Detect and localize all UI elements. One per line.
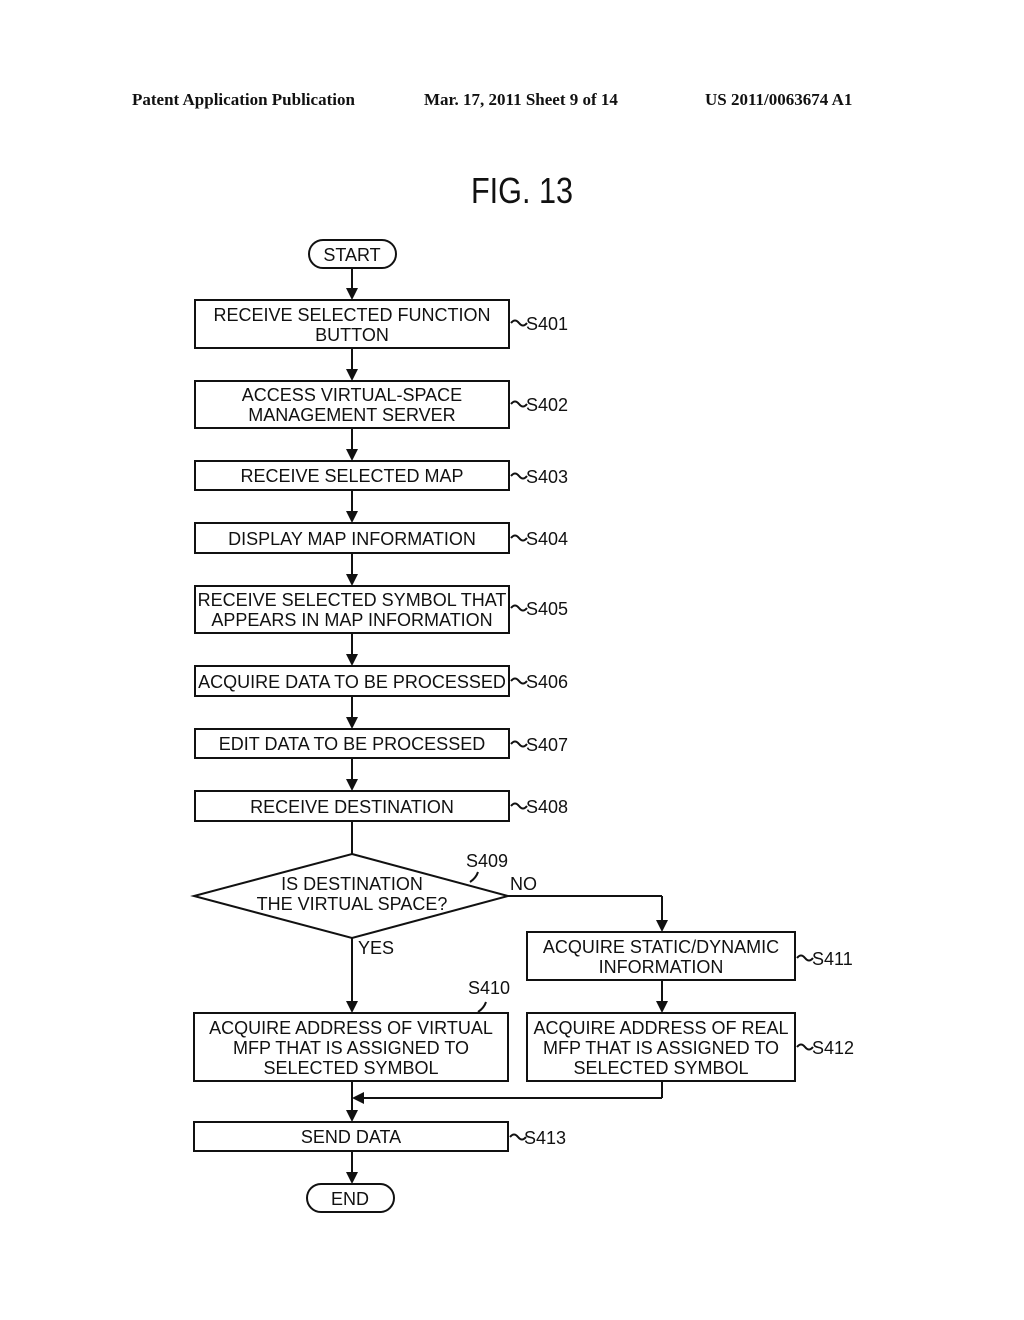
step-s401: RECEIVE SELECTED FUNCTION BUTTON S401 bbox=[194, 299, 568, 349]
branch-no-label: NO bbox=[510, 874, 537, 894]
step-id: S406 bbox=[526, 672, 568, 692]
start-terminal: START bbox=[308, 239, 397, 269]
step-s404: DISPLAY MAP INFORMATION S404 bbox=[194, 522, 568, 554]
step-id: S403 bbox=[526, 467, 568, 487]
step-s412: ACQUIRE ADDRESS OF REAL MFP THAT IS ASSI… bbox=[526, 1012, 854, 1082]
decision-s409: IS DESTINATION THE VIRTUAL SPACE? S409 N… bbox=[190, 851, 537, 958]
step-text: RECEIVE SELECTED FUNCTION bbox=[213, 305, 490, 325]
step-text: SEND DATA bbox=[301, 1127, 401, 1147]
step-id: S412 bbox=[812, 1038, 854, 1058]
step-id: S411 bbox=[812, 949, 853, 969]
step-text: ACQUIRE DATA TO BE PROCESSED bbox=[198, 672, 506, 692]
step-id: S402 bbox=[526, 395, 568, 415]
end-label: END bbox=[331, 1189, 369, 1209]
step-id: S410 bbox=[468, 978, 510, 998]
flowchart: START RECEIVE SELECTED FUNCTION BUTTON S… bbox=[190, 239, 854, 1213]
end-terminal: END bbox=[306, 1183, 395, 1213]
step-id: S405 bbox=[526, 599, 568, 619]
step-text: ACQUIRE ADDRESS OF REAL bbox=[533, 1018, 788, 1038]
step-s413: SEND DATA S413 bbox=[193, 1121, 566, 1152]
step-text: APPEARS IN MAP INFORMATION bbox=[211, 610, 492, 630]
step-text: INFORMATION bbox=[599, 957, 724, 977]
decision-text: THE VIRTUAL SPACE? bbox=[257, 894, 448, 914]
step-text: RECEIVE SELECTED SYMBOL THAT bbox=[198, 590, 507, 610]
step-s405: RECEIVE SELECTED SYMBOL THAT APPEARS IN … bbox=[194, 585, 568, 634]
step-s406: ACQUIRE DATA TO BE PROCESSED S406 bbox=[194, 665, 568, 697]
step-text: MFP THAT IS ASSIGNED TO bbox=[233, 1038, 469, 1058]
step-s408: RECEIVE DESTINATION S408 bbox=[194, 790, 568, 822]
step-s411: ACQUIRE STATIC/DYNAMIC INFORMATION S411 bbox=[526, 931, 853, 981]
step-id: S404 bbox=[526, 529, 568, 549]
step-text: DISPLAY MAP INFORMATION bbox=[228, 529, 476, 549]
step-s407: EDIT DATA TO BE PROCESSED S407 bbox=[194, 728, 568, 759]
step-text: BUTTON bbox=[315, 325, 389, 345]
step-text: RECEIVE SELECTED MAP bbox=[240, 466, 463, 486]
step-id: S401 bbox=[526, 314, 568, 334]
step-id: S413 bbox=[524, 1128, 566, 1148]
step-text: SELECTED SYMBOL bbox=[573, 1058, 748, 1078]
step-text: MANAGEMENT SERVER bbox=[248, 405, 455, 425]
step-text: ACQUIRE ADDRESS OF VIRTUAL bbox=[209, 1018, 493, 1038]
step-text: MFP THAT IS ASSIGNED TO bbox=[543, 1038, 779, 1058]
start-label: START bbox=[323, 245, 380, 265]
step-id: S409 bbox=[466, 851, 508, 871]
step-text: RECEIVE DESTINATION bbox=[250, 797, 454, 817]
step-text: SELECTED SYMBOL bbox=[263, 1058, 438, 1078]
step-text: EDIT DATA TO BE PROCESSED bbox=[219, 734, 485, 754]
step-text: ACCESS VIRTUAL-SPACE bbox=[242, 385, 462, 405]
decision-text: IS DESTINATION bbox=[281, 874, 423, 894]
step-id: S407 bbox=[526, 735, 568, 755]
step-text: ACQUIRE STATIC/DYNAMIC bbox=[543, 937, 779, 957]
branch-yes-label: YES bbox=[358, 938, 394, 958]
step-s403: RECEIVE SELECTED MAP S403 bbox=[194, 460, 568, 491]
step-s402: ACCESS VIRTUAL-SPACE MANAGEMENT SERVER S… bbox=[194, 380, 568, 429]
step-id: S408 bbox=[526, 797, 568, 817]
